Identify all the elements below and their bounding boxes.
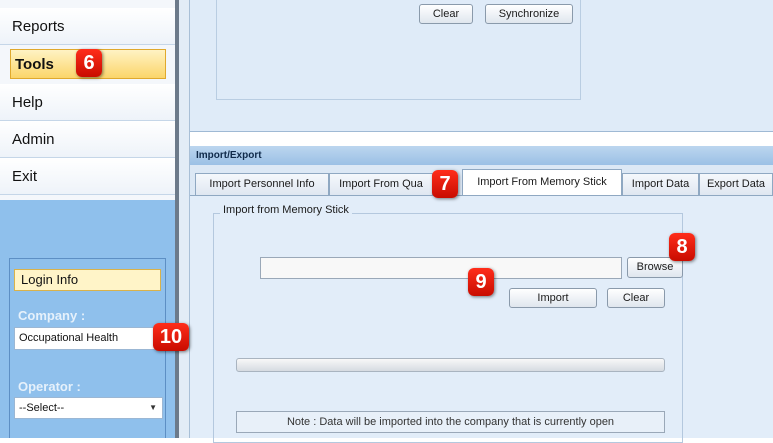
synchronize-button[interactable]: Synchronize (485, 4, 573, 24)
tab-import-personnel-info[interactable]: Import Personnel Info (195, 173, 329, 195)
tab-export-data[interactable]: Export Data (699, 173, 773, 195)
tab-import-data[interactable]: Import Data (622, 173, 699, 195)
tab-body: Browse Import Clear Import from Memory S… (190, 195, 773, 443)
operator-label: Operator : (18, 379, 81, 394)
top-clear-button[interactable]: Clear (419, 4, 473, 24)
file-path-input[interactable] (260, 257, 622, 279)
tab-strip: Import Personnel Info Import From Qua Im… (190, 165, 773, 195)
import-export-header: Import/Export (190, 146, 773, 165)
nav-item-admin[interactable]: Admin (0, 121, 175, 158)
login-info-header: Login Info (14, 269, 161, 291)
callout-badge: 8 (669, 233, 695, 261)
tab-import-from-memory-stick[interactable]: Import From Memory Stick (462, 169, 622, 195)
dropdown-arrow-icon[interactable]: ▼ (149, 398, 157, 418)
import-groupbox: Browse Import Clear (213, 213, 683, 443)
operator-select-value: --Select-- (19, 402, 65, 414)
splitter-margin (179, 0, 190, 438)
top-groupbox: Clear Synchronize (216, 0, 581, 100)
company-field[interactable]: Occupational Health (14, 327, 163, 350)
nav-item-reports[interactable]: Reports (0, 8, 175, 45)
company-label: Company : (18, 308, 86, 323)
import-note: Note : Data will be imported into the co… (236, 411, 665, 433)
import-button[interactable]: Import (509, 288, 597, 308)
operator-select[interactable]: --Select-- ▼ (14, 397, 163, 419)
clear-button[interactable]: Clear (607, 288, 665, 308)
nav-item-exit[interactable]: Exit (0, 158, 175, 195)
import-progress-bar (236, 358, 665, 372)
callout-badge: 7 (432, 170, 458, 198)
top-panel: Clear Synchronize (190, 0, 773, 132)
section-gap (190, 132, 773, 146)
callout-badge: 9 (468, 268, 494, 296)
callout-badge: 6 (76, 49, 102, 77)
tab-import-from-qua[interactable]: Import From Qua (329, 173, 433, 195)
login-info-panel: Login Info Company : Occupational Health… (9, 258, 166, 438)
callout-badge: 10 (153, 323, 189, 351)
import-groupbox-title: Import from Memory Stick (220, 204, 352, 216)
nav-item-help[interactable]: Help (0, 84, 175, 121)
